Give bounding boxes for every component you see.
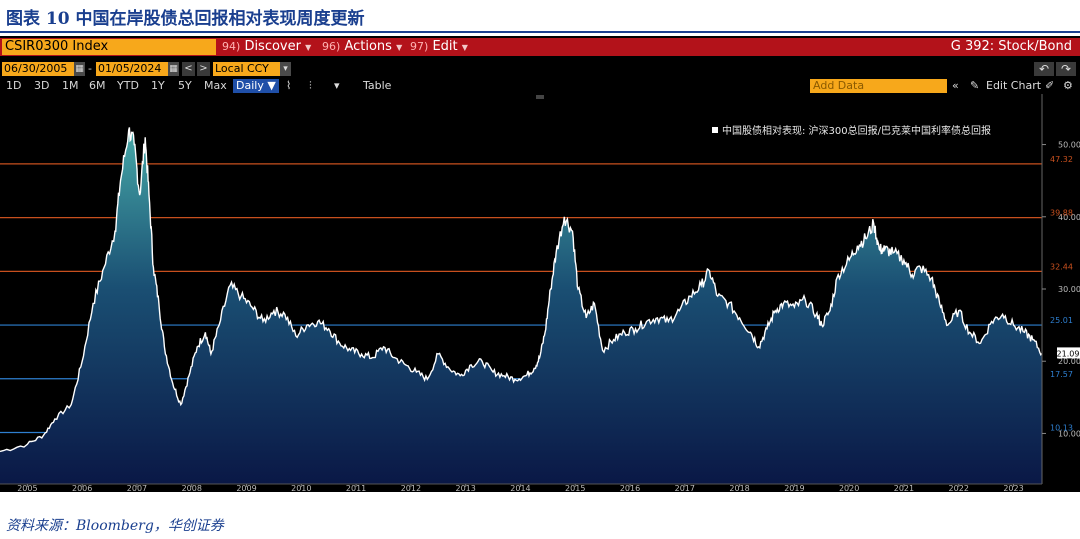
x-tick-label: 2022 bbox=[949, 484, 969, 492]
scroll-grip[interactable] bbox=[536, 95, 544, 99]
x-tick-label: 2012 bbox=[401, 484, 421, 492]
y-tick-label: 50.00 bbox=[1058, 141, 1080, 150]
reference-line-label: 10.13 bbox=[1050, 424, 1073, 433]
x-tick-label: 2020 bbox=[839, 484, 859, 492]
y-tick-label: 30.00 bbox=[1058, 285, 1080, 294]
chart-area: 10.0020.0030.0040.0050.00 2005 2006 2007 20… bbox=[0, 94, 1080, 492]
figure-title: 图表 10 中国在岸股债总回报相对表现周度更新 bbox=[6, 9, 365, 29]
legend: 中国股债相对表现: 沪深300总回报/巴克莱中国利率债总回报 bbox=[712, 124, 991, 137]
svg-text:21.09: 21.09 bbox=[1057, 349, 1080, 358]
x-tick-label: 2021 bbox=[894, 484, 914, 492]
reference-line-label: 25.01 bbox=[1050, 316, 1073, 325]
x-tick-label: 2015 bbox=[565, 484, 585, 492]
x-tick-label: 2017 bbox=[675, 484, 695, 492]
legend-swatch bbox=[712, 127, 718, 133]
x-tick-label: 2018 bbox=[729, 484, 749, 492]
x-tick-label: 2009 bbox=[236, 484, 256, 492]
figure-source: 资料来源：Bloomberg，华创证券 bbox=[6, 518, 224, 534]
reference-line-label: 47.32 bbox=[1050, 155, 1073, 164]
x-tick-label: 2007 bbox=[127, 484, 147, 492]
title-divider bbox=[0, 31, 1080, 33]
y-tick-label: 20.00 bbox=[1058, 357, 1080, 366]
last-value-badge: 21.09 bbox=[1057, 347, 1080, 359]
x-tick-label: 2008 bbox=[182, 484, 202, 492]
x-tick-label: 2019 bbox=[784, 484, 804, 492]
reference-line-label: 32.44 bbox=[1050, 262, 1073, 271]
legend-label: 中国股债相对表现: 沪深300总回报/巴克莱中国利率债总回报 bbox=[722, 124, 991, 137]
x-tick-label: 2016 bbox=[620, 484, 640, 492]
reference-line-label: 17.57 bbox=[1050, 370, 1073, 379]
x-tick-label: 2006 bbox=[72, 484, 92, 492]
x-tick-label: 2005 bbox=[17, 484, 37, 492]
x-tick-label: 2010 bbox=[291, 484, 311, 492]
reference-line-label: 39.88 bbox=[1050, 209, 1073, 218]
x-tick-label: 2013 bbox=[455, 484, 475, 492]
x-tick-label: 2023 bbox=[1003, 484, 1023, 492]
x-tick-label: 2014 bbox=[510, 484, 530, 492]
x-tick-label: 2011 bbox=[346, 484, 366, 492]
